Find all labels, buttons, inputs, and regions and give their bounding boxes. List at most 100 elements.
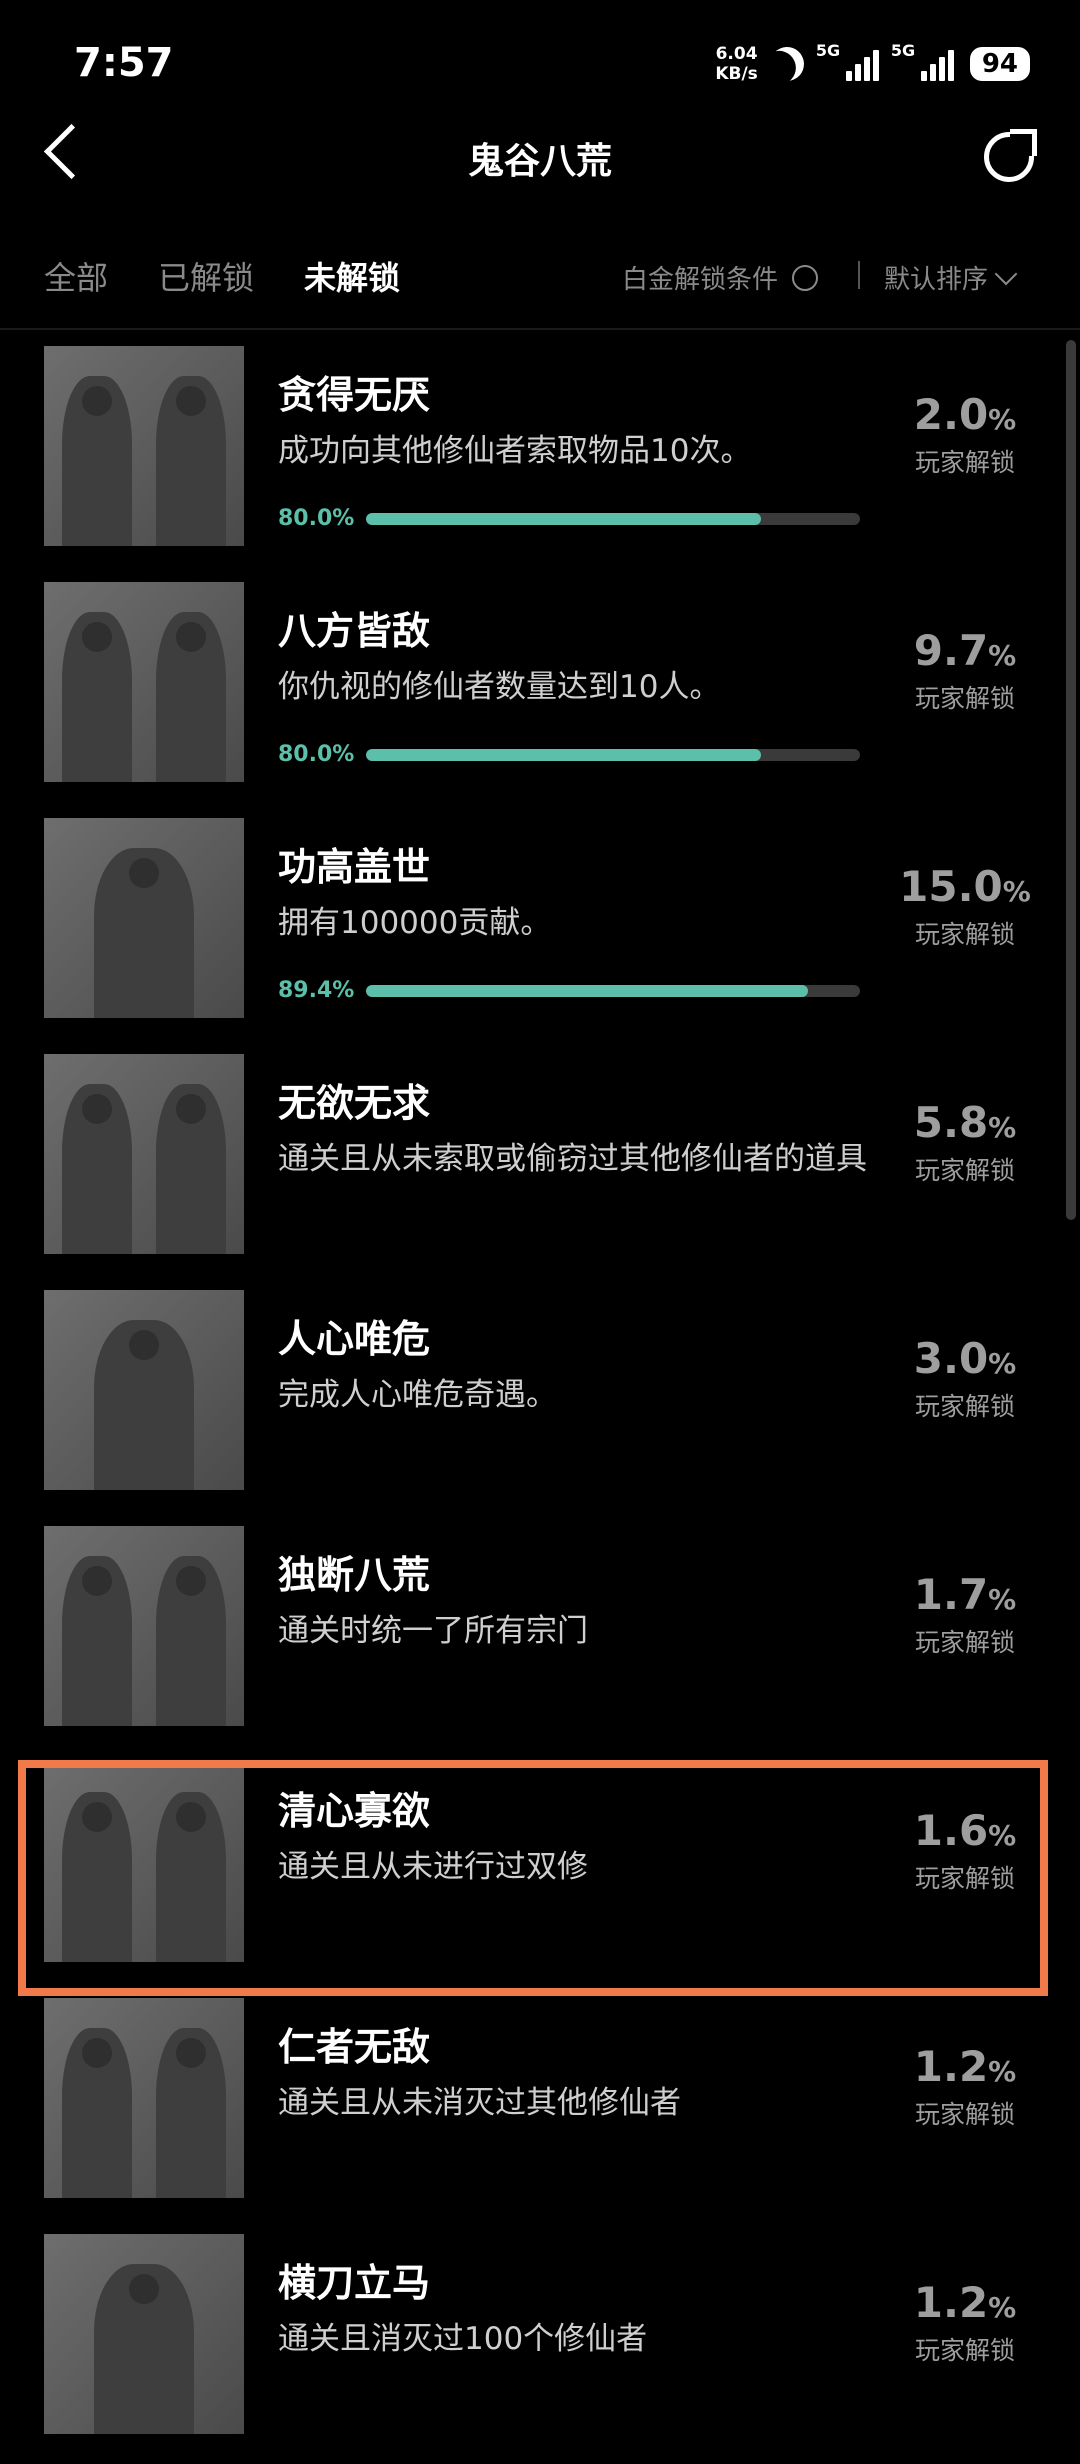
unlock-rate-label: 玩家解锁 (914, 448, 1015, 477)
network-type-label: 5G (815, 41, 841, 60)
network-type-label-2: 5G (890, 41, 916, 60)
progress-bar (366, 748, 860, 761)
achievement-description: 通关且从未进行过双修 (278, 1849, 588, 1885)
progress-bar (366, 512, 860, 525)
unlock-rate-percent-sign: % (988, 639, 1017, 672)
sort-dropdown[interactable]: 默认排序 (884, 259, 1018, 296)
unlock-rate: 2.0% 玩家解锁 (880, 390, 1050, 479)
achievement-description: 拥有100000贡献。 (278, 905, 552, 941)
unlock-rate: 9.7% 玩家解锁 (880, 626, 1050, 715)
unlock-rate-percent-sign: % (988, 1347, 1017, 1380)
achievement-image (44, 346, 244, 546)
achievement-item[interactable]: 八方皆敌你仇视的修仙者数量达到10人。 9.7% 玩家解锁 80.0% (0, 576, 1060, 812)
progress-text: 80.0% (278, 742, 355, 767)
achievement-item[interactable]: 独断八荒通关时统一了所有宗门 1.7% 玩家解锁 (0, 1520, 1060, 1756)
tab-bar: 全部 已解锁 未解锁 白金解锁条件 默认排序 (0, 245, 1080, 305)
achievement-image (44, 1290, 244, 1490)
unlock-rate-value: 2.0 (913, 390, 989, 439)
unlock-rate: 15.0% 玩家解锁 (880, 862, 1050, 951)
achievement-item[interactable]: 无欲无求通关且从未索取或偷窃过其他修仙者的道具 5.8% 玩家解锁 (0, 1048, 1060, 1284)
unlock-rate-label: 玩家解锁 (914, 2100, 1015, 2129)
unlock-rate: 1.2% 玩家解锁 (880, 2278, 1050, 2367)
achievement-description: 通关且从未索取或偷窃过其他修仙者的道具 (278, 1141, 867, 1177)
platinum-filter[interactable]: 白金解锁条件 (622, 259, 819, 296)
achievement-image (44, 2234, 244, 2434)
moon-icon (764, 41, 809, 86)
unlock-rate-percent-sign: % (988, 2055, 1017, 2088)
unlock-rate-value: 9.7 (913, 626, 989, 675)
radio-icon[interactable] (792, 264, 819, 291)
achievement-image (44, 1998, 244, 2198)
achievement-image (44, 1762, 244, 1962)
unlock-rate: 1.7% 玩家解锁 (880, 1570, 1050, 1659)
achievement-description: 通关时统一了所有宗门 (278, 1613, 588, 1649)
unlock-rate-value: 1.2 (913, 2042, 989, 2091)
tab-all[interactable]: 全部 (44, 253, 108, 299)
unlock-rate-value: 15.0 (899, 862, 1003, 911)
clock: 7:57 (74, 40, 174, 86)
tab-unlocked[interactable]: 已解锁 (158, 253, 254, 299)
achievement-name: 人心唯危 (278, 1317, 431, 1361)
achievement-item[interactable]: 贪得无厌 成功向其他修仙者索取物品10次。 2.0% 玩家解锁 80.0% (0, 340, 1060, 576)
achievement-item[interactable]: 清心寡欲通关且从未进行过双修 1.6% 玩家解锁 (0, 1756, 1060, 1992)
status-icons: 6.04 KB/s 5G 5G 94 (715, 41, 1030, 86)
unlock-rate-percent-sign: % (988, 1111, 1017, 1144)
progress-text: 80.0% (278, 506, 355, 531)
unlock-rate: 5.8% 玩家解锁 (880, 1098, 1050, 1187)
progress-text: 89.4% (278, 978, 355, 1003)
achievement-name: 仁者无敌 (278, 2025, 431, 2069)
progress: 80.0% (278, 506, 860, 531)
chevron-down-icon (994, 262, 1018, 285)
speed-unit: KB/s (715, 64, 758, 84)
progress-bar (366, 984, 860, 997)
achievement-name: 横刀立马 (278, 2261, 431, 2305)
unlock-rate: 3.0% 玩家解锁 (880, 1334, 1050, 1423)
share-icon[interactable] (984, 129, 1037, 182)
achievement-name: 独断八荒 (278, 1553, 431, 1597)
unlock-rate-label: 玩家解锁 (914, 920, 1015, 949)
separator (858, 261, 860, 289)
unlock-rate: 1.6% 玩家解锁 (880, 1806, 1050, 1895)
unlock-rate: 1.2% 玩家解锁 (880, 2042, 1050, 2131)
scrollbar[interactable] (1066, 340, 1076, 1220)
achievement-item[interactable]: 横刀立马 通关且消灭过100个修仙者 1.2% 玩家解锁 (0, 2228, 1060, 2464)
achievement-description: 完成人心唯危奇遇。 (278, 1377, 557, 1413)
achievement-name: 功高盖世 (278, 845, 431, 889)
unlock-rate-value: 1.7 (913, 1570, 989, 1619)
network-speed: 6.04 KB/s (715, 44, 757, 84)
unlock-rate-label: 玩家解锁 (914, 2336, 1015, 2365)
unlock-rate-value: 3.0 (913, 1334, 989, 1383)
tab-locked[interactable]: 未解锁 (304, 253, 400, 299)
progress-fill (366, 748, 762, 761)
divider (0, 328, 1080, 330)
unlock-rate-label: 玩家解锁 (914, 684, 1015, 713)
achievement-list: 贪得无厌 成功向其他修仙者索取物品10次。 2.0% 玩家解锁 80.0% 八方皆敌 你仇视… (0, 340, 1060, 2464)
progress: 80.0% (278, 742, 860, 767)
achievement-description: 通关且消灭过100个修仙者 (278, 2321, 648, 2357)
achievement-image (44, 1526, 244, 1726)
achievement-item[interactable]: 功高盖世拥有100000贡献。 15.0% 玩家解锁 89.4% (0, 812, 1060, 1048)
achievement-item[interactable]: 人心唯危完成人心唯危奇遇。 3.0% 玩家解锁 (0, 1284, 1060, 1520)
battery-icon: 94 (969, 47, 1030, 81)
unlock-rate-label: 玩家解锁 (914, 1156, 1015, 1185)
unlock-rate-label: 玩家解锁 (914, 1864, 1015, 1893)
achievement-image (44, 582, 244, 782)
app-header: 鬼谷八荒 (0, 120, 1080, 200)
achievement-description: 你仇视的修仙者数量达到10人。 (278, 669, 721, 705)
unlock-rate-value: 1.6 (913, 1806, 989, 1855)
unlock-rate-value: 5.8 (913, 1098, 989, 1147)
achievement-description: 通关且从未消灭过其他修仙者 (278, 2085, 681, 2121)
progress-fill (366, 512, 762, 525)
achievement-name: 八方皆敌 (278, 609, 431, 653)
unlock-rate-label: 玩家解锁 (914, 1392, 1015, 1421)
achievement-name: 清心寡欲 (278, 1789, 431, 1833)
achievement-name: 无欲无求 (278, 1081, 431, 1125)
unlock-rate-percent-sign: % (988, 2291, 1017, 2324)
achievement-item[interactable]: 仁者无敌通关且从未消灭过其他修仙者 1.2% 玩家解锁 (0, 1992, 1060, 2228)
unlock-rate-percent-sign: % (988, 1583, 1017, 1616)
achievement-name: 贪得无厌 (278, 373, 431, 417)
platinum-filter-label: 白金解锁条件 (622, 265, 779, 295)
unlock-rate-percent-sign: % (988, 1819, 1017, 1852)
unlock-rate-label: 玩家解锁 (914, 1628, 1015, 1657)
unlock-rate-percent-sign: % (988, 403, 1017, 436)
